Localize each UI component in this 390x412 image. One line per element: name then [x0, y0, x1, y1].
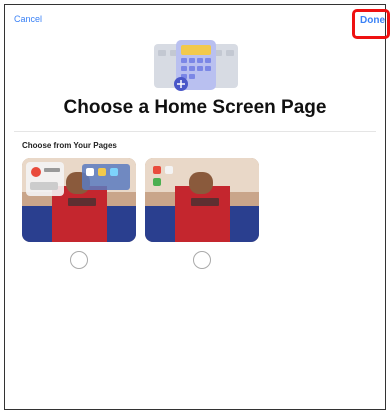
home-screen-pages-icon — [148, 40, 244, 92]
section-label: Choose from Your Pages — [22, 141, 117, 150]
home-page-thumbnail-1[interactable] — [22, 158, 136, 242]
done-button[interactable]: Done — [360, 15, 385, 26]
home-page-thumbnail-2[interactable] — [145, 158, 259, 242]
page-1-radio[interactable] — [70, 251, 88, 269]
cancel-button[interactable]: Cancel — [14, 14, 42, 24]
page-2-radio[interactable] — [193, 251, 211, 269]
page-title: Choose a Home Screen Page — [63, 97, 327, 118]
divider — [14, 131, 376, 132]
